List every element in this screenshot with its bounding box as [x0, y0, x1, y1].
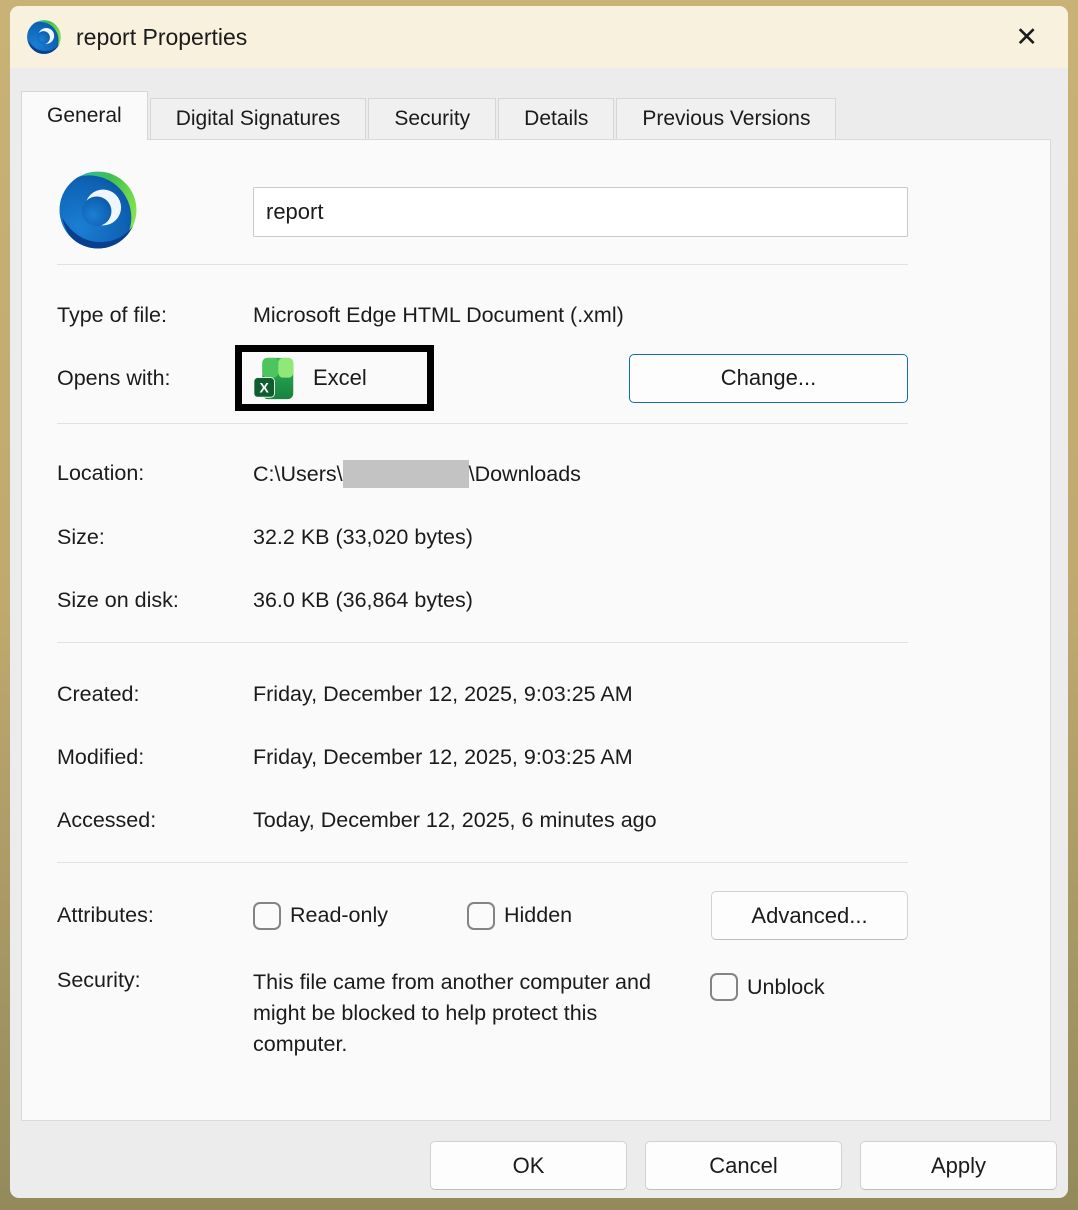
advanced-button[interactable]: Advanced...	[711, 891, 908, 940]
location-row: Location: C:\Users\ \Downloads	[57, 460, 908, 488]
size-label: Size:	[57, 524, 253, 551]
read-only-checkbox[interactable]	[253, 902, 281, 930]
annotation-highlight-box: Excel	[235, 345, 434, 411]
hidden-checkbox-group: Hidden	[467, 902, 572, 930]
divider	[57, 264, 908, 265]
hidden-label: Hidden	[504, 903, 572, 928]
tab-digital-signatures[interactable]: Digital Signatures	[150, 98, 367, 139]
accessed-value: Today, December 12, 2025, 6 minutes ago	[253, 807, 657, 834]
location-prefix: C:\Users\	[253, 462, 343, 486]
size-on-disk-value: 36.0 KB (36,864 bytes)	[253, 587, 473, 614]
security-description: This file came from another computer and…	[253, 967, 673, 1060]
tab-strip: General Digital Signatures Security Deta…	[10, 90, 1068, 139]
change-button[interactable]: Change...	[629, 354, 908, 403]
hidden-checkbox[interactable]	[467, 902, 495, 930]
type-of-file-label: Type of file:	[57, 302, 253, 329]
excel-icon	[252, 356, 297, 401]
edge-icon	[26, 19, 62, 55]
created-row: Created: Friday, December 12, 2025, 9:03…	[57, 681, 908, 708]
ok-button[interactable]: OK	[430, 1141, 627, 1190]
unblock-checkbox[interactable]	[710, 973, 738, 1001]
properties-dialog: report Properties ✕ General Digital Sign…	[10, 6, 1068, 1198]
apply-button[interactable]: Apply	[860, 1141, 1057, 1190]
file-name-input[interactable]	[253, 187, 908, 237]
type-of-file-value: Microsoft Edge HTML Document (.xml)	[253, 302, 624, 329]
divider	[57, 862, 908, 863]
attributes-row: Attributes: Read-only Hidden Advanced...	[57, 891, 908, 940]
modified-label: Modified:	[57, 744, 253, 771]
tab-previous-versions[interactable]: Previous Versions	[616, 98, 836, 139]
cancel-button[interactable]: Cancel	[645, 1141, 842, 1190]
read-only-checkbox-group: Read-only	[253, 902, 467, 930]
general-tab-panel: Type of file: Microsoft Edge HTML Docume…	[21, 139, 1051, 1121]
attributes-label: Attributes:	[57, 902, 253, 929]
location-suffix: \Downloads	[469, 462, 581, 486]
title-bar: report Properties ✕	[10, 6, 1068, 68]
unblock-checkbox-group: Unblock	[710, 973, 825, 1001]
divider	[57, 423, 908, 424]
unblock-label: Unblock	[747, 975, 825, 1000]
tab-security[interactable]: Security	[368, 98, 496, 139]
opens-with-label: Opens with:	[57, 365, 253, 392]
location-value: C:\Users\ \Downloads	[253, 460, 581, 488]
security-row: Security: This file came from another co…	[57, 967, 908, 1060]
size-row: Size: 32.2 KB (33,020 bytes)	[57, 524, 908, 551]
close-icon[interactable]: ✕	[1009, 22, 1044, 53]
window-title: report Properties	[76, 24, 247, 51]
created-value: Friday, December 12, 2025, 9:03:25 AM	[253, 681, 633, 708]
size-value: 32.2 KB (33,020 bytes)	[253, 524, 473, 551]
read-only-label: Read-only	[290, 903, 388, 928]
created-label: Created:	[57, 681, 253, 708]
redacted-username-block	[343, 460, 469, 488]
size-on-disk-label: Size on disk:	[57, 587, 253, 614]
type-of-file-row: Type of file: Microsoft Edge HTML Docume…	[57, 302, 908, 329]
edge-file-icon	[57, 169, 139, 251]
accessed-row: Accessed: Today, December 12, 2025, 6 mi…	[57, 807, 908, 834]
size-on-disk-row: Size on disk: 36.0 KB (36,864 bytes)	[57, 587, 908, 614]
security-label: Security:	[57, 967, 253, 994]
opens-with-app-name: Excel	[313, 365, 367, 391]
location-label: Location:	[57, 460, 253, 488]
accessed-label: Accessed:	[57, 807, 253, 834]
dialog-footer: OK Cancel Apply	[10, 1121, 1068, 1190]
tab-details[interactable]: Details	[498, 98, 614, 139]
modified-row: Modified: Friday, December 12, 2025, 9:0…	[57, 744, 908, 771]
opens-with-row: Opens with: Excel Change...	[57, 345, 908, 411]
tab-general[interactable]: General	[21, 91, 148, 140]
divider	[57, 642, 908, 643]
modified-value: Friday, December 12, 2025, 9:03:25 AM	[253, 744, 633, 771]
